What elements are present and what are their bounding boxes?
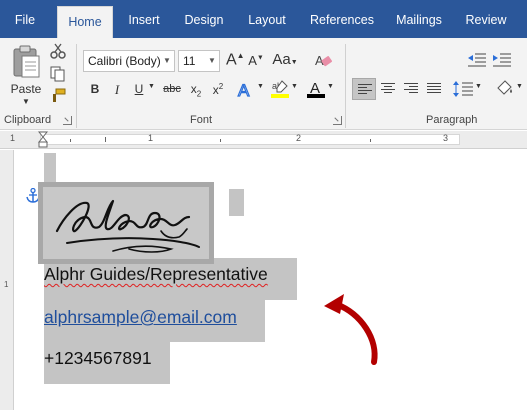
font-dialog-launcher[interactable]: [333, 116, 342, 125]
indent-marker-icon[interactable]: [38, 131, 48, 149]
ruler-tick: [105, 137, 106, 142]
clipboard-icon: [13, 45, 40, 78]
chevron-down-icon[interactable]: ▼: [326, 83, 335, 90]
signature-icon: [43, 187, 209, 259]
tab-insert[interactable]: Insert: [118, 0, 170, 38]
phone-number: +1234567891: [44, 348, 152, 368]
change-case-label: Aa: [272, 51, 291, 68]
superscript-mark: 2: [218, 82, 224, 91]
font-size-value: 11: [183, 54, 196, 68]
chevron-down-icon[interactable]: ▼: [205, 51, 219, 71]
format-painter-icon[interactable]: [50, 88, 66, 104]
ribbon-tab-bar: File Home Insert Design Layout Reference…: [0, 0, 527, 38]
tab-home[interactable]: Home: [57, 6, 113, 38]
tab-references[interactable]: References: [303, 0, 381, 38]
change-case-button[interactable]: Aa▼: [272, 51, 298, 68]
group-separator: [345, 44, 346, 128]
shrink-font-button[interactable]: A▼: [247, 53, 265, 68]
shading-icon[interactable]: [495, 79, 515, 99]
ruler-number: 1: [148, 133, 154, 143]
ruler-text-area: [40, 134, 460, 145]
ruler-number: 1: [10, 133, 16, 143]
tab-mailings[interactable]: Mailings: [388, 0, 450, 38]
group-separator: [76, 44, 77, 128]
grow-font-button[interactable]: A▲: [226, 51, 245, 69]
paragraph-group-label: Paragraph: [426, 114, 478, 126]
align-center-button[interactable]: [376, 78, 400, 100]
ruler-number: 2: [296, 133, 302, 143]
font-color-icon[interactable]: A: [306, 79, 326, 99]
tab-layout[interactable]: Layout: [239, 0, 295, 38]
subscript-mark: 2: [196, 89, 202, 99]
tab-design[interactable]: Design: [176, 0, 232, 38]
chevron-down-icon[interactable]: ▼: [290, 83, 299, 90]
line-spacing-icon[interactable]: [452, 79, 474, 99]
copy-icon[interactable]: [50, 66, 66, 82]
chevron-down-icon[interactable]: ▼: [515, 83, 524, 90]
horizontal-ruler[interactable]: 1 1 2 3: [0, 131, 527, 149]
tab-file[interactable]: File: [0, 0, 50, 38]
italic-button[interactable]: I: [110, 82, 124, 98]
document-area[interactable]: Alphr Guides/Representative alphrsample@…: [15, 150, 527, 410]
paste-dropdown-icon[interactable]: ▼: [20, 97, 32, 106]
ruler-number: 3: [443, 133, 449, 143]
svg-text:A: A: [238, 81, 250, 100]
justify-icon: [427, 83, 441, 95]
text-effects-icon[interactable]: A: [236, 80, 256, 100]
chevron-down-icon[interactable]: ▼: [160, 51, 174, 71]
align-left-button[interactable]: [352, 78, 376, 100]
ruler-tick: [70, 139, 71, 142]
font-group-label: Font: [190, 114, 213, 126]
strikethrough-button[interactable]: abc: [160, 83, 184, 95]
chevron-down-icon[interactable]: ▼: [147, 83, 156, 90]
ruler-tick: [370, 139, 371, 142]
align-left-icon: [358, 84, 372, 96]
ribbon-panel: Paste ▼ Clipboard Calibri (Body) ▼ 11 ▼ …: [0, 38, 527, 130]
name-title-text: Alphr Guides/Representative: [44, 264, 268, 284]
tab-review[interactable]: Review: [457, 0, 515, 38]
align-right-button[interactable]: [399, 78, 423, 100]
ruler-tick: [220, 139, 221, 142]
clipboard-group-label: Clipboard: [4, 114, 52, 126]
font-name-combo[interactable]: Calibri (Body) ▼: [83, 50, 175, 72]
paste-label: Paste: [10, 82, 42, 96]
chevron-down-icon[interactable]: ▼: [256, 83, 265, 90]
shrink-font-label: A: [248, 53, 257, 68]
name-title-line: Alphr Guides/Representative: [44, 264, 268, 285]
grow-font-label: A: [226, 51, 237, 69]
font-name-value: Calibri (Body): [88, 54, 161, 68]
clipboard-dialog-launcher[interactable]: [63, 116, 72, 125]
chevron-down-icon[interactable]: ▼: [474, 83, 483, 90]
font-size-combo[interactable]: 11 ▼: [178, 50, 220, 72]
align-right-icon: [404, 83, 418, 95]
increase-indent-icon[interactable]: [492, 52, 512, 68]
paste-button[interactable]: Paste ▼: [6, 42, 46, 110]
email-link[interactable]: alphrsample@email.com: [44, 307, 237, 328]
curved-arrow-icon: [324, 294, 378, 365]
underline-button[interactable]: U: [132, 82, 146, 96]
selection-highlight: [229, 189, 244, 216]
decrease-indent-icon[interactable]: [467, 52, 487, 68]
bold-button[interactable]: B: [88, 82, 102, 96]
align-center-icon: [381, 83, 395, 95]
ruler-tick: 1: [4, 280, 9, 289]
vertical-ruler[interactable]: 1: [0, 150, 14, 410]
justify-button[interactable]: [422, 78, 446, 100]
clear-formatting-icon[interactable]: A: [314, 52, 332, 70]
highlight-icon[interactable]: ab: [270, 79, 290, 99]
subscript-button[interactable]: x2: [187, 82, 205, 98]
superscript-button[interactable]: x2: [209, 82, 227, 97]
signature-image[interactable]: [38, 182, 214, 264]
cut-icon[interactable]: [50, 43, 66, 59]
